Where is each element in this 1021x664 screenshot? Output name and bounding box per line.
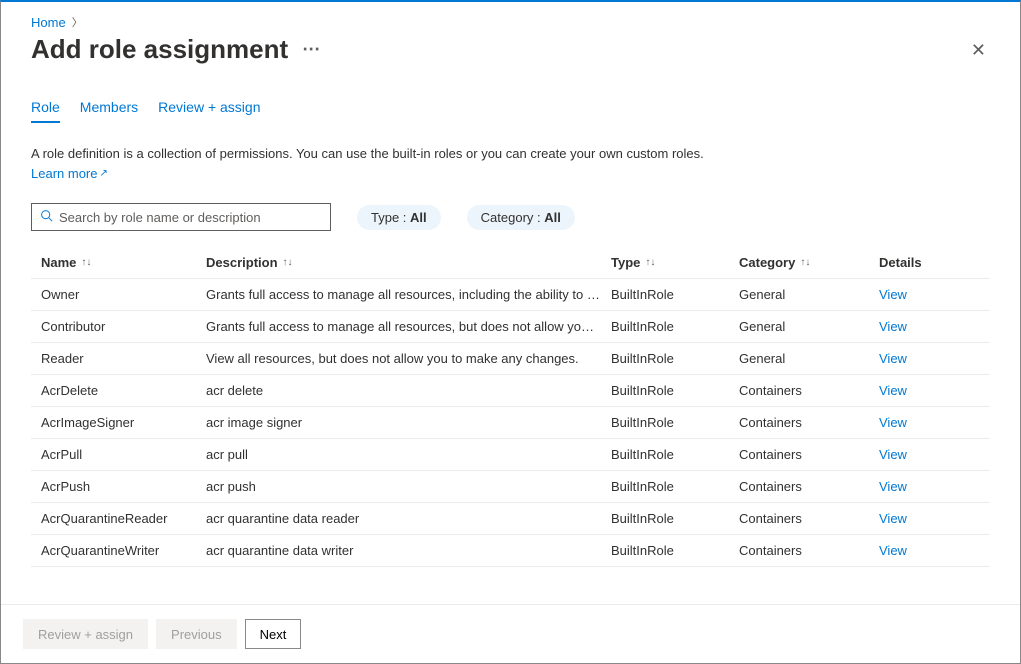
cell-type: BuiltInRole	[611, 447, 739, 462]
footer-bar: Review + assign Previous Next	[1, 604, 1020, 663]
view-link[interactable]: View	[879, 287, 907, 302]
learn-more-link[interactable]: Learn more ↗	[31, 164, 108, 184]
table-row[interactable]: AcrDeleteacr deleteBuiltInRoleContainers…	[31, 375, 990, 407]
cell-name: AcrQuarantineWriter	[41, 543, 206, 558]
view-link[interactable]: View	[879, 543, 907, 558]
cell-category: General	[739, 319, 879, 334]
filter-type-pill[interactable]: Type : All	[357, 205, 441, 230]
table-header: Name↑↓ Description↑↓ Type↑↓ Category↑↓ D…	[31, 247, 990, 279]
view-link[interactable]: View	[879, 415, 907, 430]
column-header-name[interactable]: Name↑↓	[41, 255, 206, 270]
cell-name: Reader	[41, 351, 206, 366]
cell-type: BuiltInRole	[611, 383, 739, 398]
cell-name: Owner	[41, 287, 206, 302]
cell-description: Grants full access to manage all resourc…	[206, 287, 611, 302]
cell-type: BuiltInRole	[611, 351, 739, 366]
table-row[interactable]: AcrPullacr pullBuiltInRoleContainersView	[31, 439, 990, 471]
sort-icon: ↑↓	[283, 258, 293, 268]
view-link[interactable]: View	[879, 447, 907, 462]
page-title-text: Add role assignment	[31, 34, 288, 65]
table-row[interactable]: ContributorGrants full access to manage …	[31, 311, 990, 343]
view-link[interactable]: View	[879, 351, 907, 366]
table-row[interactable]: OwnerGrants full access to manage all re…	[31, 279, 990, 311]
roles-table: Name↑↓ Description↑↓ Type↑↓ Category↑↓ D…	[31, 247, 990, 567]
cell-description: acr pull	[206, 447, 611, 462]
table-row[interactable]: AcrQuarantineWriteracr quarantine data w…	[31, 535, 990, 567]
column-header-type[interactable]: Type↑↓	[611, 255, 739, 270]
next-button[interactable]: Next	[245, 619, 302, 649]
cell-type: BuiltInRole	[611, 479, 739, 494]
info-text-content: A role definition is a collection of per…	[31, 146, 704, 161]
column-header-category[interactable]: Category↑↓	[739, 255, 879, 270]
cell-description: acr image signer	[206, 415, 611, 430]
cell-description: acr quarantine data reader	[206, 511, 611, 526]
table-row[interactable]: ReaderView all resources, but does not a…	[31, 343, 990, 375]
learn-more-label: Learn more	[31, 164, 97, 184]
cell-category: Containers	[739, 543, 879, 558]
tab-role[interactable]: Role	[31, 99, 60, 123]
view-link[interactable]: View	[879, 383, 907, 398]
table-row[interactable]: AcrPushacr pushBuiltInRoleContainersView	[31, 471, 990, 503]
external-link-icon: ↗	[99, 166, 107, 181]
cell-type: BuiltInRole	[611, 319, 739, 334]
breadcrumb-home[interactable]: Home	[31, 15, 66, 30]
filter-category-pill[interactable]: Category : All	[467, 205, 575, 230]
review-assign-button: Review + assign	[23, 619, 148, 649]
breadcrumb: Home 〉	[31, 14, 990, 30]
main-content: Home 〉 Add role assignment ⋯ ✕ Role Memb…	[1, 2, 1020, 604]
tab-members[interactable]: Members	[80, 99, 138, 123]
cell-type: BuiltInRole	[611, 511, 739, 526]
sort-icon: ↑↓	[800, 258, 810, 268]
cell-name: AcrQuarantineReader	[41, 511, 206, 526]
table-row[interactable]: AcrQuarantineReaderacr quarantine data r…	[31, 503, 990, 535]
cell-name: AcrPush	[41, 479, 206, 494]
filter-category-label: Category :	[481, 210, 545, 225]
cell-description: Grants full access to manage all resourc…	[206, 319, 611, 334]
cell-category: Containers	[739, 479, 879, 494]
chevron-right-icon: 〉	[72, 14, 83, 30]
cell-category: Containers	[739, 447, 879, 462]
previous-button: Previous	[156, 619, 237, 649]
more-icon[interactable]: ⋯	[302, 39, 321, 60]
search-icon	[40, 209, 53, 225]
cell-description: acr quarantine data writer	[206, 543, 611, 558]
view-link[interactable]: View	[879, 479, 907, 494]
cell-category: Containers	[739, 415, 879, 430]
page-title: Add role assignment ⋯	[31, 34, 321, 65]
cell-description: acr push	[206, 479, 611, 494]
cell-name: AcrDelete	[41, 383, 206, 398]
search-box[interactable]	[31, 203, 331, 231]
filter-type-value: All	[410, 210, 427, 225]
info-text: A role definition is a collection of per…	[31, 144, 731, 183]
filter-row: Type : All Category : All	[31, 203, 990, 231]
view-link[interactable]: View	[879, 319, 907, 334]
cell-category: General	[739, 351, 879, 366]
cell-description: acr delete	[206, 383, 611, 398]
cell-type: BuiltInRole	[611, 415, 739, 430]
cell-name: AcrImageSigner	[41, 415, 206, 430]
table-body: OwnerGrants full access to manage all re…	[31, 279, 990, 567]
column-header-details: Details	[879, 255, 980, 270]
filter-category-value: All	[544, 210, 561, 225]
search-input[interactable]	[59, 210, 322, 225]
close-icon[interactable]: ✕	[967, 37, 990, 63]
cell-name: AcrPull	[41, 447, 206, 462]
sort-icon: ↑↓	[81, 258, 91, 268]
cell-category: Containers	[739, 511, 879, 526]
cell-type: BuiltInRole	[611, 287, 739, 302]
cell-name: Contributor	[41, 319, 206, 334]
sort-icon: ↑↓	[645, 258, 655, 268]
view-link[interactable]: View	[879, 511, 907, 526]
cell-description: View all resources, but does not allow y…	[206, 351, 611, 366]
cell-category: Containers	[739, 383, 879, 398]
cell-category: General	[739, 287, 879, 302]
table-row[interactable]: AcrImageSigneracr image signerBuiltInRol…	[31, 407, 990, 439]
tab-review[interactable]: Review + assign	[158, 99, 260, 123]
filter-type-label: Type :	[371, 210, 410, 225]
tabs: Role Members Review + assign	[31, 99, 990, 124]
cell-type: BuiltInRole	[611, 543, 739, 558]
column-header-description[interactable]: Description↑↓	[206, 255, 611, 270]
